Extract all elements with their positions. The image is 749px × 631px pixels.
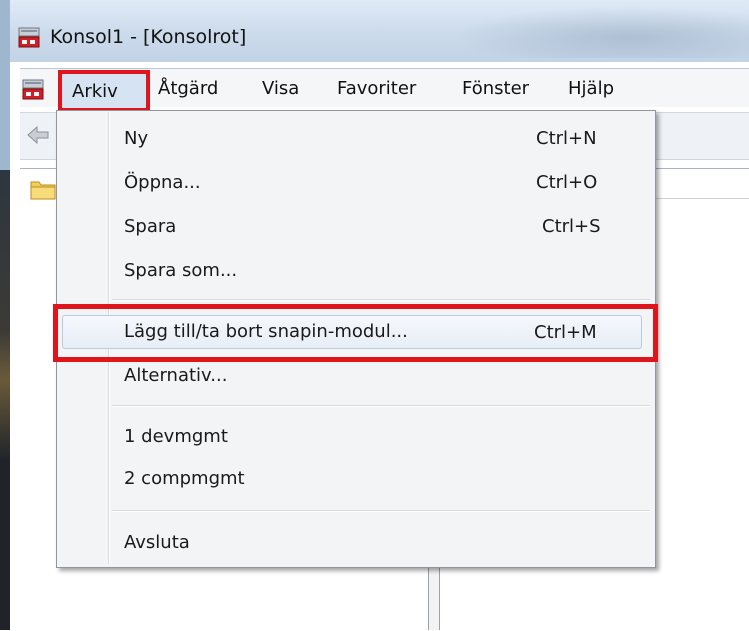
window-title: Konsol1 - [Konsolrot] [50, 26, 247, 48]
results-pane-header [655, 168, 749, 199]
pane-splitter[interactable] [428, 560, 440, 630]
menu-arkiv[interactable]: Arkiv [58, 70, 150, 112]
menu-item-label: Ny [124, 128, 149, 149]
menu-item-oppna[interactable]: Öppna... Ctrl+O [58, 166, 652, 202]
menu-item-shortcut: Ctrl+O [536, 172, 598, 193]
menu-separator [112, 405, 650, 407]
menu-visa[interactable]: Visa [262, 78, 299, 99]
back-arrow-icon[interactable] [26, 124, 50, 146]
menu-separator [112, 510, 650, 512]
menu-item-label: 2 compmgmt [124, 468, 245, 489]
folder-icon[interactable] [30, 178, 56, 200]
menu-item-alternativ[interactable]: Alternativ... [58, 359, 652, 395]
menu-item-label: 1 devmgmt [124, 426, 228, 447]
mmc-app-icon [18, 27, 40, 48]
menu-arkiv-label: Arkiv [72, 81, 118, 102]
title-bar-glass [450, 6, 749, 58]
menu-item-label: Avsluta [124, 532, 190, 553]
menu-item-recent-devmgmt[interactable]: 1 devmgmt [58, 420, 652, 456]
menu-item-label: Spara [124, 216, 177, 237]
menu-atgard[interactable]: Åtgärd [158, 78, 218, 99]
menu-item-label: Spara som... [124, 260, 238, 281]
menu-hjalp[interactable]: Hjälp [568, 78, 614, 99]
menu-fonster[interactable]: Fönster [462, 78, 529, 99]
menu-item-spara[interactable]: Spara Ctrl+S [58, 210, 652, 246]
menu-item-ny[interactable]: Ny Ctrl+N [58, 122, 652, 158]
menu-item-shortcut: Ctrl+N [536, 128, 597, 149]
background-window-edge [0, 0, 10, 630]
menu-item-spara-som[interactable]: Spara som... [58, 254, 652, 290]
menu-item-label: Öppna... [124, 172, 201, 193]
highlight-annotation-box [53, 304, 658, 362]
menu-separator [112, 299, 650, 301]
menu-item-avsluta[interactable]: Avsluta [58, 526, 652, 562]
menu-favoriter[interactable]: Favoriter [337, 78, 416, 99]
menu-item-shortcut: Ctrl+S [542, 216, 601, 237]
menu-item-label: Alternativ... [124, 365, 228, 386]
system-menu-icon[interactable] [22, 78, 44, 100]
menu-item-recent-compmgmt[interactable]: 2 compmgmt [58, 462, 652, 498]
